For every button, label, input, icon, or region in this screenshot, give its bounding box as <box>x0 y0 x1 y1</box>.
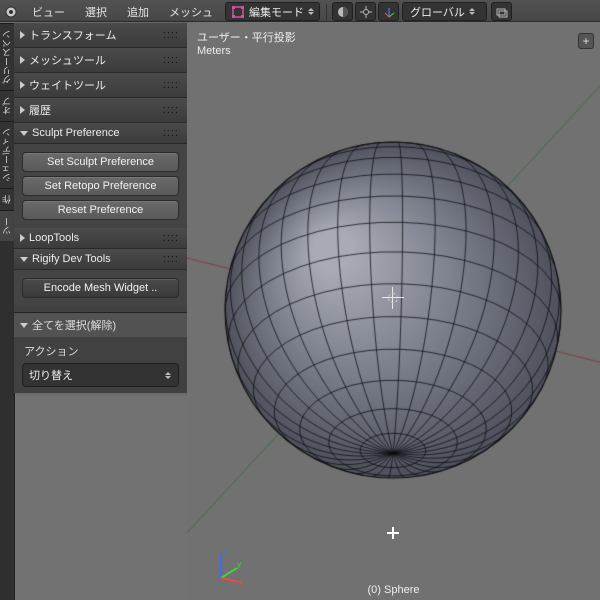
grip-icon: :::: <box>163 104 181 116</box>
orientation-label: グローバル <box>407 4 468 20</box>
menu-view[interactable]: ビュー <box>22 4 75 20</box>
reset-preference-button[interactable]: Reset Preference <box>22 200 179 220</box>
mode-label: 編集モード <box>246 4 307 20</box>
chevron-down-icon <box>20 257 28 262</box>
operator-name: 全てを選択(解除) <box>32 317 116 333</box>
operator-property-label: アクション <box>14 337 187 361</box>
grip-icon: :::: <box>163 29 181 41</box>
chevron-right-icon <box>20 106 25 114</box>
3d-cursor <box>382 287 404 309</box>
separator <box>326 4 327 20</box>
layers-button[interactable] <box>491 2 512 21</box>
section-meshtools[interactable]: メッシュツール :::: <box>14 48 187 73</box>
editor-type-dropdown[interactable] <box>1 3 21 21</box>
chevron-right-icon <box>20 81 25 89</box>
operator-action-dropdown[interactable]: 切り替え <box>22 363 179 387</box>
section-label: Rigify Dev Tools <box>32 253 111 265</box>
chevron-down-icon <box>20 131 28 136</box>
plus-icon: + <box>578 33 594 49</box>
grip-icon: :::: <box>163 127 181 139</box>
operator-panel-header[interactable]: 全てを選択(解除) <box>14 312 187 337</box>
grip-icon: :::: <box>163 54 181 66</box>
manipulator-toggle[interactable] <box>378 2 399 21</box>
set-sculpt-preference-button[interactable]: Set Sculpt Preference <box>22 152 179 172</box>
expand-n-panel-button[interactable]: + <box>578 33 594 49</box>
section-weighttools[interactable]: ウェイトツール :::: <box>14 73 187 98</box>
tab-create[interactable]: 作 <box>0 188 14 210</box>
grip-icon: :::: <box>163 79 181 91</box>
menu-mesh[interactable]: メッシュ <box>159 4 223 20</box>
tool-tab-strip: グリースペン オプ シェーディン 作 ツー <box>0 23 15 600</box>
3d-viewport[interactable]: ユーザー・平行投影 Meters + z y x (0) Sphere <box>187 23 600 600</box>
edit-mode-icon <box>230 4 246 20</box>
viewport-units: Meters <box>197 45 231 57</box>
encode-mesh-widget-button[interactable]: Encode Mesh Widget .. <box>22 278 179 298</box>
tab-options[interactable]: オプ <box>0 90 14 121</box>
tab-greasepencil[interactable]: グリースペン <box>0 23 14 90</box>
chevron-down-icon <box>20 323 28 328</box>
active-object-label: (0) Sphere <box>368 584 420 596</box>
viewport-canvas[interactable] <box>187 23 600 600</box>
viewport-shading-circle[interactable] <box>332 2 353 21</box>
menu-select[interactable]: 選択 <box>75 4 117 20</box>
chevron-updown-icon <box>307 8 315 15</box>
section-rigify[interactable]: Rigify Dev Tools :::: <box>14 249 187 270</box>
tool-panel: トランスフォーム :::: メッシュツール :::: ウェイトツール :::: … <box>14 23 188 393</box>
axis-gizmo: z y x <box>207 546 247 586</box>
orientation-dropdown[interactable]: グローバル <box>402 2 487 21</box>
section-label: Sculpt Preference <box>32 127 119 139</box>
section-sculpt-preference[interactable]: Sculpt Preference :::: <box>14 123 187 144</box>
svg-text:z: z <box>223 547 227 556</box>
chevron-right-icon <box>20 56 25 64</box>
pivot-dropdown[interactable] <box>355 2 376 21</box>
tab-tools[interactable]: ツー <box>0 210 14 241</box>
transform-origin-marker <box>387 527 399 539</box>
grip-icon: :::: <box>163 232 181 244</box>
chevron-right-icon <box>20 234 25 242</box>
viewport-header: ビュー 選択 追加 メッシュ 編集モード グローバル <box>0 0 600 22</box>
section-label: メッシュツール <box>29 52 106 68</box>
section-body: Set Sculpt Preference Set Retopo Prefere… <box>14 144 187 228</box>
chevron-updown-icon <box>468 8 476 15</box>
viewport-title: ユーザー・平行投影 <box>197 29 296 45</box>
section-transform[interactable]: トランスフォーム :::: <box>14 23 187 48</box>
menu-add[interactable]: 追加 <box>117 4 159 20</box>
mode-dropdown[interactable]: 編集モード <box>225 2 320 21</box>
chevron-right-icon <box>20 31 25 39</box>
section-label: LoopTools <box>29 232 79 244</box>
svg-text:y: y <box>237 560 241 569</box>
section-looptools[interactable]: LoopTools :::: <box>14 228 187 249</box>
section-body: Encode Mesh Widget .. <box>14 270 187 306</box>
grip-icon: :::: <box>163 253 181 265</box>
section-label: ウェイトツール <box>29 77 106 93</box>
section-label: 履歴 <box>29 102 51 118</box>
section-label: トランスフォーム <box>29 27 116 43</box>
section-history[interactable]: 履歴 :::: <box>14 98 187 123</box>
chevron-updown-icon <box>164 372 172 379</box>
tab-shading[interactable]: シェーディン <box>0 121 14 188</box>
operator-action-value: 切り替え <box>29 367 73 383</box>
set-retopo-preference-button[interactable]: Set Retopo Preference <box>22 176 179 196</box>
svg-text:x: x <box>239 578 243 586</box>
